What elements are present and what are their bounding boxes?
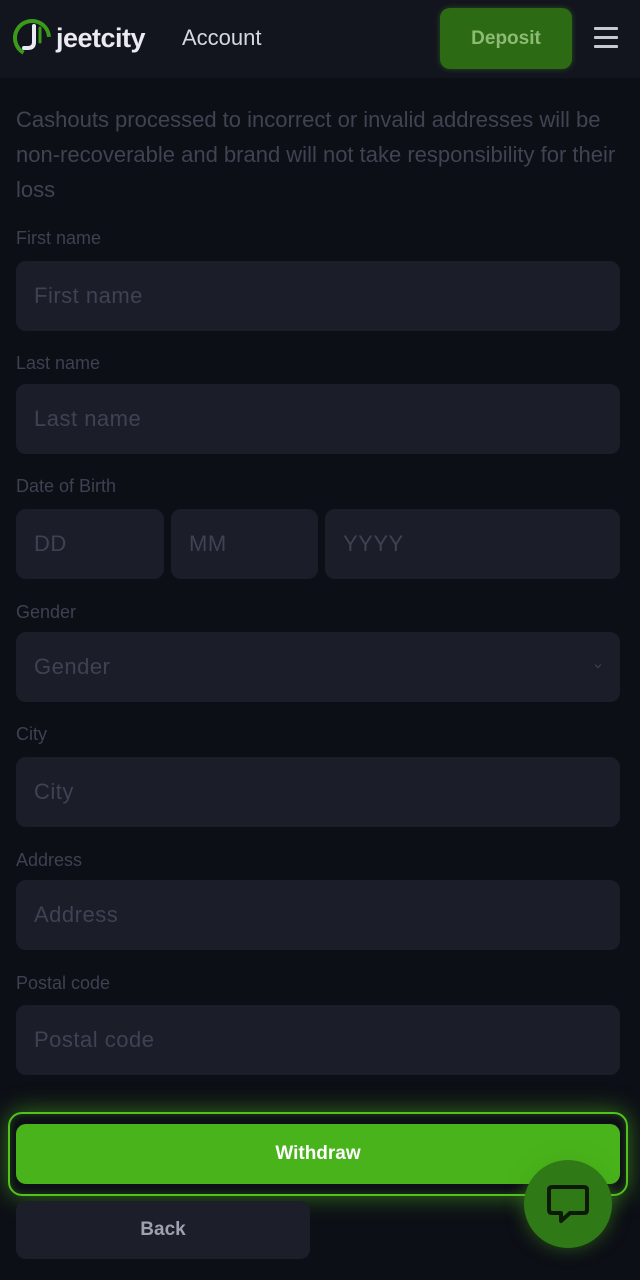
page-title: Account xyxy=(182,25,262,50)
withdraw-details-page: jeetcity Account Deposit Cashouts proces… xyxy=(0,0,640,1280)
jeetcity-logo-icon xyxy=(13,19,51,57)
brand-name: jeetcity xyxy=(56,22,146,53)
city-field[interactable] xyxy=(16,757,620,827)
deposit-button[interactable]: Deposit xyxy=(440,8,572,69)
postal-code-label: Postal code xyxy=(16,973,111,993)
cashout-notice: Cashouts processed to incorrect or inval… xyxy=(16,107,616,202)
first-name-label: First name xyxy=(16,228,102,248)
chat-icon xyxy=(547,1185,589,1223)
postal-code-field[interactable] xyxy=(16,1005,620,1075)
last-name-field[interactable] xyxy=(16,384,620,454)
first-name-field[interactable] xyxy=(16,261,620,331)
brand-logo[interactable]: jeetcity xyxy=(12,18,146,58)
withdraw-button[interactable]: Withdraw xyxy=(16,1124,620,1184)
gender-selected-value: Gender xyxy=(34,654,111,679)
gender-select[interactable]: Gender xyxy=(16,632,620,702)
city-label: City xyxy=(16,724,47,744)
dob-year-field[interactable] xyxy=(325,509,620,579)
dob-day-field[interactable] xyxy=(16,509,164,579)
hamburger-icon[interactable] xyxy=(594,27,618,49)
top-bar: jeetcity Account Deposit xyxy=(0,0,640,78)
last-name-label: Last name xyxy=(16,353,101,373)
back-button[interactable]: Back xyxy=(16,1201,310,1259)
chevron-down-icon xyxy=(594,664,602,669)
dob-label: Date of Birth xyxy=(16,476,117,496)
gender-label: Gender xyxy=(16,602,77,622)
address-field[interactable] xyxy=(16,880,620,950)
live-chat-button[interactable] xyxy=(524,1160,612,1248)
address-label: Address xyxy=(16,850,83,870)
dob-month-field[interactable] xyxy=(171,509,318,579)
